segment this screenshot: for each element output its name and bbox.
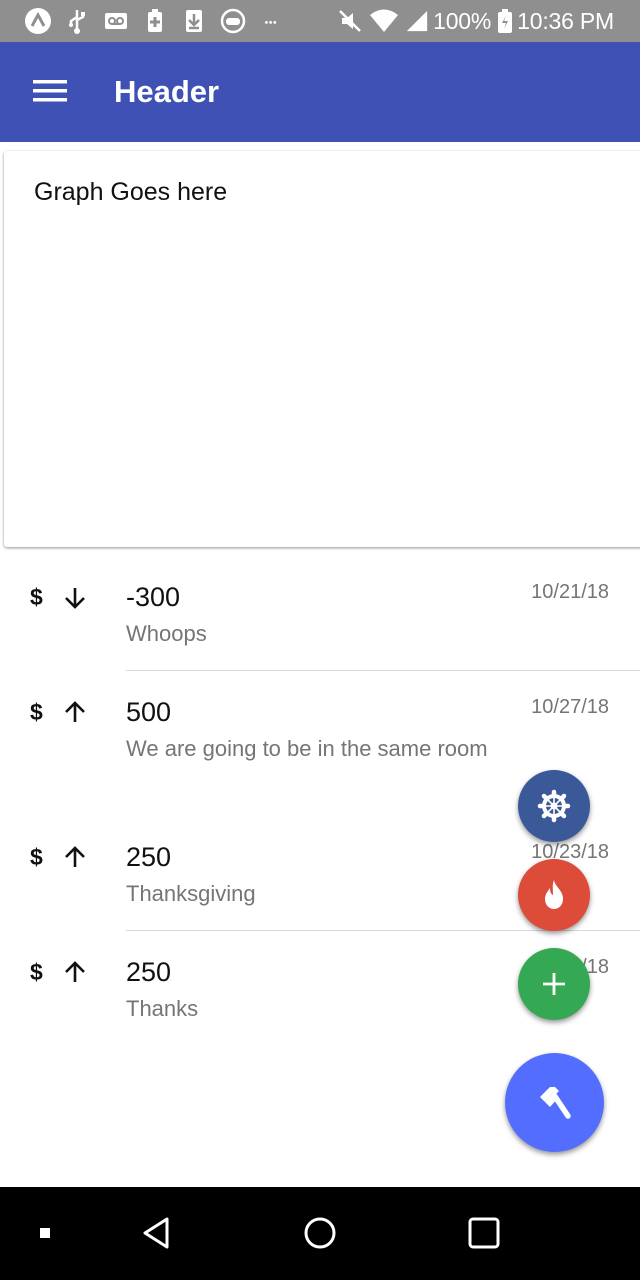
add-fab[interactable] [518, 948, 590, 1020]
system-nav-bar [0, 1187, 640, 1280]
battery-plus-icon [141, 7, 169, 35]
plus-icon [540, 970, 568, 998]
settings-fab[interactable] [518, 770, 590, 842]
home-button[interactable] [292, 1205, 348, 1261]
gamepad-icon [219, 7, 247, 35]
small-square-button[interactable] [17, 1205, 73, 1261]
back-icon [141, 1216, 171, 1250]
wifi-icon [369, 8, 399, 34]
usb-icon [63, 7, 91, 35]
app-logo-icon [24, 7, 52, 35]
voicemail-icon [102, 7, 130, 35]
transaction-date: 10/27/18 [531, 696, 609, 718]
small-square-icon [39, 1227, 51, 1239]
back-button[interactable] [128, 1205, 184, 1261]
currency-symbol: $ [30, 844, 43, 870]
menu-button[interactable] [22, 70, 78, 116]
status-bar-left-icons [24, 7, 309, 35]
download-icon [180, 7, 208, 35]
status-bar: 100% 10:36 PM [0, 0, 640, 42]
battery-icon [497, 8, 513, 34]
battery-percentage: 100% [433, 7, 492, 34]
arrow-down-icon [62, 585, 88, 611]
status-bar-right: 100% 10:36 PM [331, 6, 614, 36]
transaction-note: Thanksgiving [126, 881, 256, 906]
status-time: 10:36 PM [517, 7, 614, 34]
transaction-amount: 250 [126, 957, 172, 987]
build-fab[interactable] [505, 1053, 604, 1152]
list-divider [126, 930, 640, 931]
app-bar-title: Header [114, 74, 220, 109]
hammer-icon [535, 1083, 575, 1123]
graph-card: Graph Goes here [4, 151, 640, 547]
graph-placeholder-text: Graph Goes here [34, 178, 228, 206]
gear-icon [537, 789, 571, 823]
home-icon [303, 1216, 337, 1250]
currency-symbol: $ [30, 699, 43, 725]
arrow-up-icon [62, 699, 88, 725]
mute-icon [337, 8, 363, 34]
recents-icon [468, 1217, 500, 1249]
recents-button[interactable] [456, 1205, 512, 1261]
list-divider [126, 670, 640, 671]
transaction-item[interactable]: $ -300 10/21/18 Whoops [0, 572, 640, 670]
transaction-amount: -300 [126, 582, 181, 612]
transaction-note: We are going to be in the same room [126, 736, 488, 761]
menu-icon [33, 78, 67, 109]
transaction-note: Whoops [126, 621, 207, 646]
transaction-note: Thanks [126, 996, 199, 1021]
currency-symbol: $ [30, 584, 43, 610]
signal-icon [405, 8, 429, 34]
transaction-amount: 250 [126, 842, 172, 872]
fire-icon [539, 878, 569, 912]
arrow-up-icon [62, 959, 88, 985]
fire-fab[interactable] [518, 859, 590, 931]
transaction-amount: 500 [126, 697, 172, 727]
overflow-dots-icon [258, 7, 298, 35]
arrow-up-icon [62, 844, 88, 870]
app-bar: Header [0, 42, 640, 142]
currency-symbol: $ [30, 959, 43, 985]
transaction-date: 10/21/18 [531, 581, 609, 603]
